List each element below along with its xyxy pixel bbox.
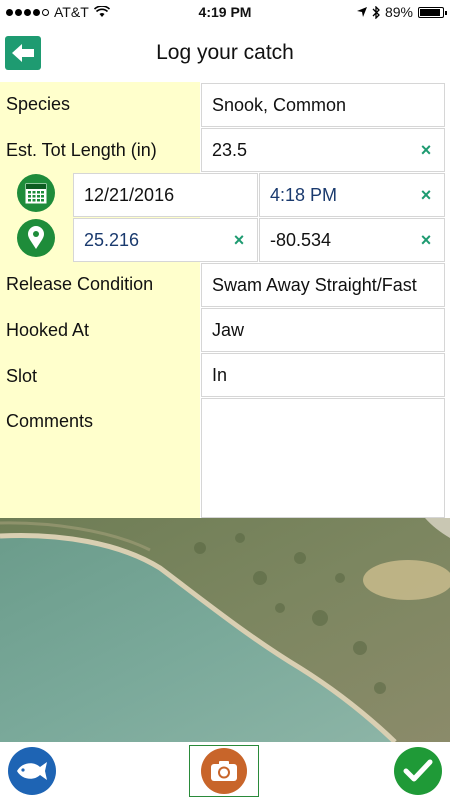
comments-field[interactable] bbox=[201, 398, 445, 518]
hooked-field[interactable]: Jaw bbox=[201, 308, 445, 352]
nav-header: Log your catch bbox=[0, 24, 450, 80]
clear-latitude-icon[interactable]: × bbox=[221, 230, 257, 251]
fish-icon bbox=[17, 762, 47, 780]
species-value: Snook, Common bbox=[212, 94, 347, 115]
slot-value: In bbox=[212, 364, 228, 385]
date-value: 12/21/2016 bbox=[84, 184, 175, 205]
camera-circle bbox=[201, 748, 247, 794]
camera-button[interactable] bbox=[189, 745, 259, 797]
clear-longitude-icon[interactable]: × bbox=[408, 230, 444, 251]
longitude-value: -80.534 bbox=[270, 229, 332, 250]
date-field[interactable]: 12/21/2016 bbox=[73, 173, 258, 217]
time-value: 4:18 PM bbox=[270, 184, 338, 205]
slot-label: Slot bbox=[6, 366, 38, 386]
location-pin-icon bbox=[28, 226, 44, 249]
save-button[interactable] bbox=[394, 747, 442, 795]
release-value: Swam Away Straight/Fast bbox=[212, 274, 417, 295]
time-field[interactable]: 4:18 PM × bbox=[259, 173, 445, 217]
bluetooth-icon bbox=[372, 5, 380, 19]
length-field[interactable]: 23.5 × bbox=[201, 128, 445, 172]
clear-time-icon[interactable]: × bbox=[408, 185, 444, 206]
calendar-button[interactable] bbox=[17, 174, 55, 212]
fish-button[interactable] bbox=[8, 747, 56, 795]
comments-label: Comments bbox=[6, 411, 94, 431]
hooked-label: Hooked At bbox=[6, 320, 90, 340]
status-right: 89% bbox=[356, 4, 447, 20]
checkmark-icon bbox=[403, 759, 433, 782]
release-field[interactable]: Swam Away Straight/Fast bbox=[201, 263, 445, 307]
location-button[interactable] bbox=[17, 219, 55, 257]
latitude-field[interactable]: 25.216 × bbox=[73, 218, 258, 262]
length-value: 23.5 bbox=[212, 139, 248, 160]
release-label: Release Condition bbox=[6, 274, 154, 294]
latitude-value: 25.216 bbox=[84, 229, 140, 250]
species-field[interactable]: Snook, Common bbox=[201, 83, 445, 127]
clear-length-icon[interactable]: × bbox=[408, 140, 444, 161]
page-title: Log your catch bbox=[156, 41, 294, 64]
calendar-icon bbox=[25, 183, 47, 204]
longitude-field[interactable]: -80.534 × bbox=[259, 218, 445, 262]
status-bar: AT&T 4:19 PM 89% bbox=[0, 0, 450, 24]
bottom-toolbar bbox=[0, 742, 450, 800]
species-label: Species bbox=[6, 94, 71, 114]
battery-icon bbox=[418, 6, 447, 18]
location-arrow-icon bbox=[356, 7, 367, 17]
catch-photo bbox=[0, 518, 450, 742]
camera-icon bbox=[211, 761, 237, 781]
hooked-value: Jaw bbox=[212, 319, 245, 340]
length-label: Est. Tot Length (in) bbox=[6, 140, 157, 160]
slot-field[interactable]: In bbox=[201, 353, 445, 397]
battery-percent: 89% bbox=[384, 4, 413, 20]
